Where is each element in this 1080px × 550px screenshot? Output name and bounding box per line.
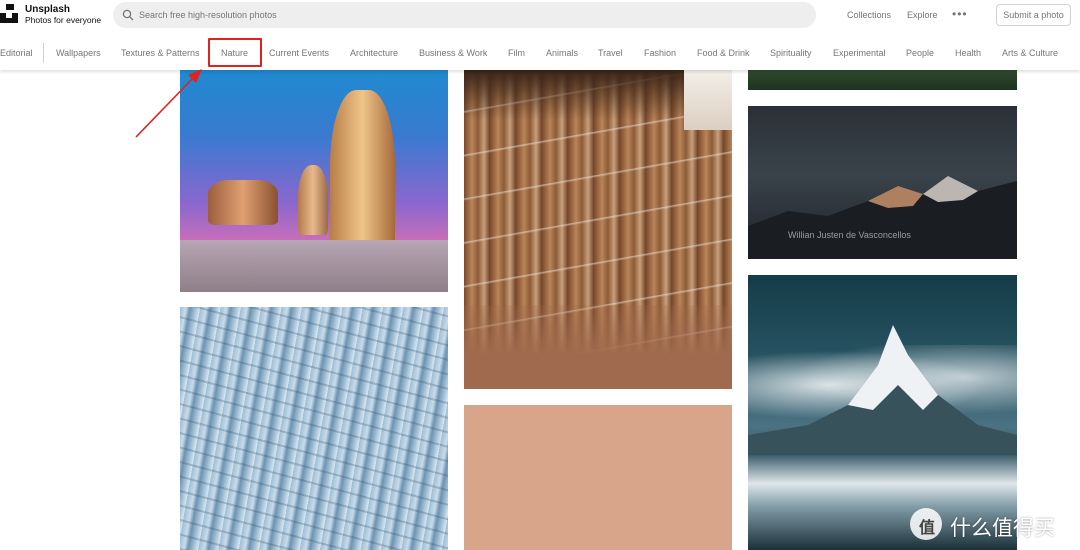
photo-dark-mountains[interactable]: Willian Justen de Vasconcellos [748,106,1017,259]
category-editorial[interactable]: Editorial [0,48,33,58]
top-bar: Unsplash Photos for everyone Collections… [0,0,1080,31]
snow-peak [748,325,1017,465]
category-people[interactable]: People [906,48,934,58]
category-arts-culture[interactable]: Arts & Culture [1002,48,1058,58]
photo-canyon-wall[interactable] [464,70,732,389]
search-input[interactable] [139,5,739,25]
nav-collections[interactable]: Collections [847,10,891,20]
category-food-drink[interactable]: Food & Drink [697,48,750,58]
nav-explore[interactable]: Explore [907,10,938,20]
submit-photo-button[interactable]: Submit a photo [996,4,1071,26]
brand-name[interactable]: Unsplash [25,4,70,15]
unsplash-logo-icon[interactable] [0,4,18,24]
watermark-text: 什么值得买 [950,516,1055,540]
photo-credit[interactable]: Willian Justen de Vasconcellos [788,230,911,240]
photo-placeholder-tan[interactable] [464,405,732,550]
category-architecture[interactable]: Architecture [350,48,398,58]
category-spirituality[interactable]: Spirituality [770,48,812,58]
search-icon [122,9,134,21]
annotation-arrow-icon [135,69,202,138]
category-textures-patterns[interactable]: Textures & Patterns [121,48,200,58]
category-business-work[interactable]: Business & Work [419,48,487,58]
category-travel[interactable]: Travel [598,48,623,58]
category-current-events[interactable]: Current Events [269,48,329,58]
photo-blue-texture[interactable] [180,307,448,550]
annotation-highlight-box [208,38,262,67]
mountain-silhouette [748,176,1017,259]
category-fashion[interactable]: Fashion [644,48,676,58]
photo-green-field[interactable] [748,70,1017,90]
brand-tagline: Photos for everyone [25,15,102,25]
site-watermark: 值 什么值得买 [910,506,1080,546]
category-animals[interactable]: Animals [546,48,578,58]
category-divider [43,43,44,63]
watermark-badge-icon: 值 [910,508,942,540]
search-bar[interactable] [113,2,816,28]
category-health[interactable]: Health [955,48,981,58]
category-film[interactable]: Film [508,48,525,58]
photo-rock-formations[interactable] [180,70,448,292]
category-wallpapers[interactable]: Wallpapers [56,48,101,58]
category-experimental[interactable]: Experimental [833,48,886,58]
more-menu-icon[interactable]: ••• [952,7,968,21]
